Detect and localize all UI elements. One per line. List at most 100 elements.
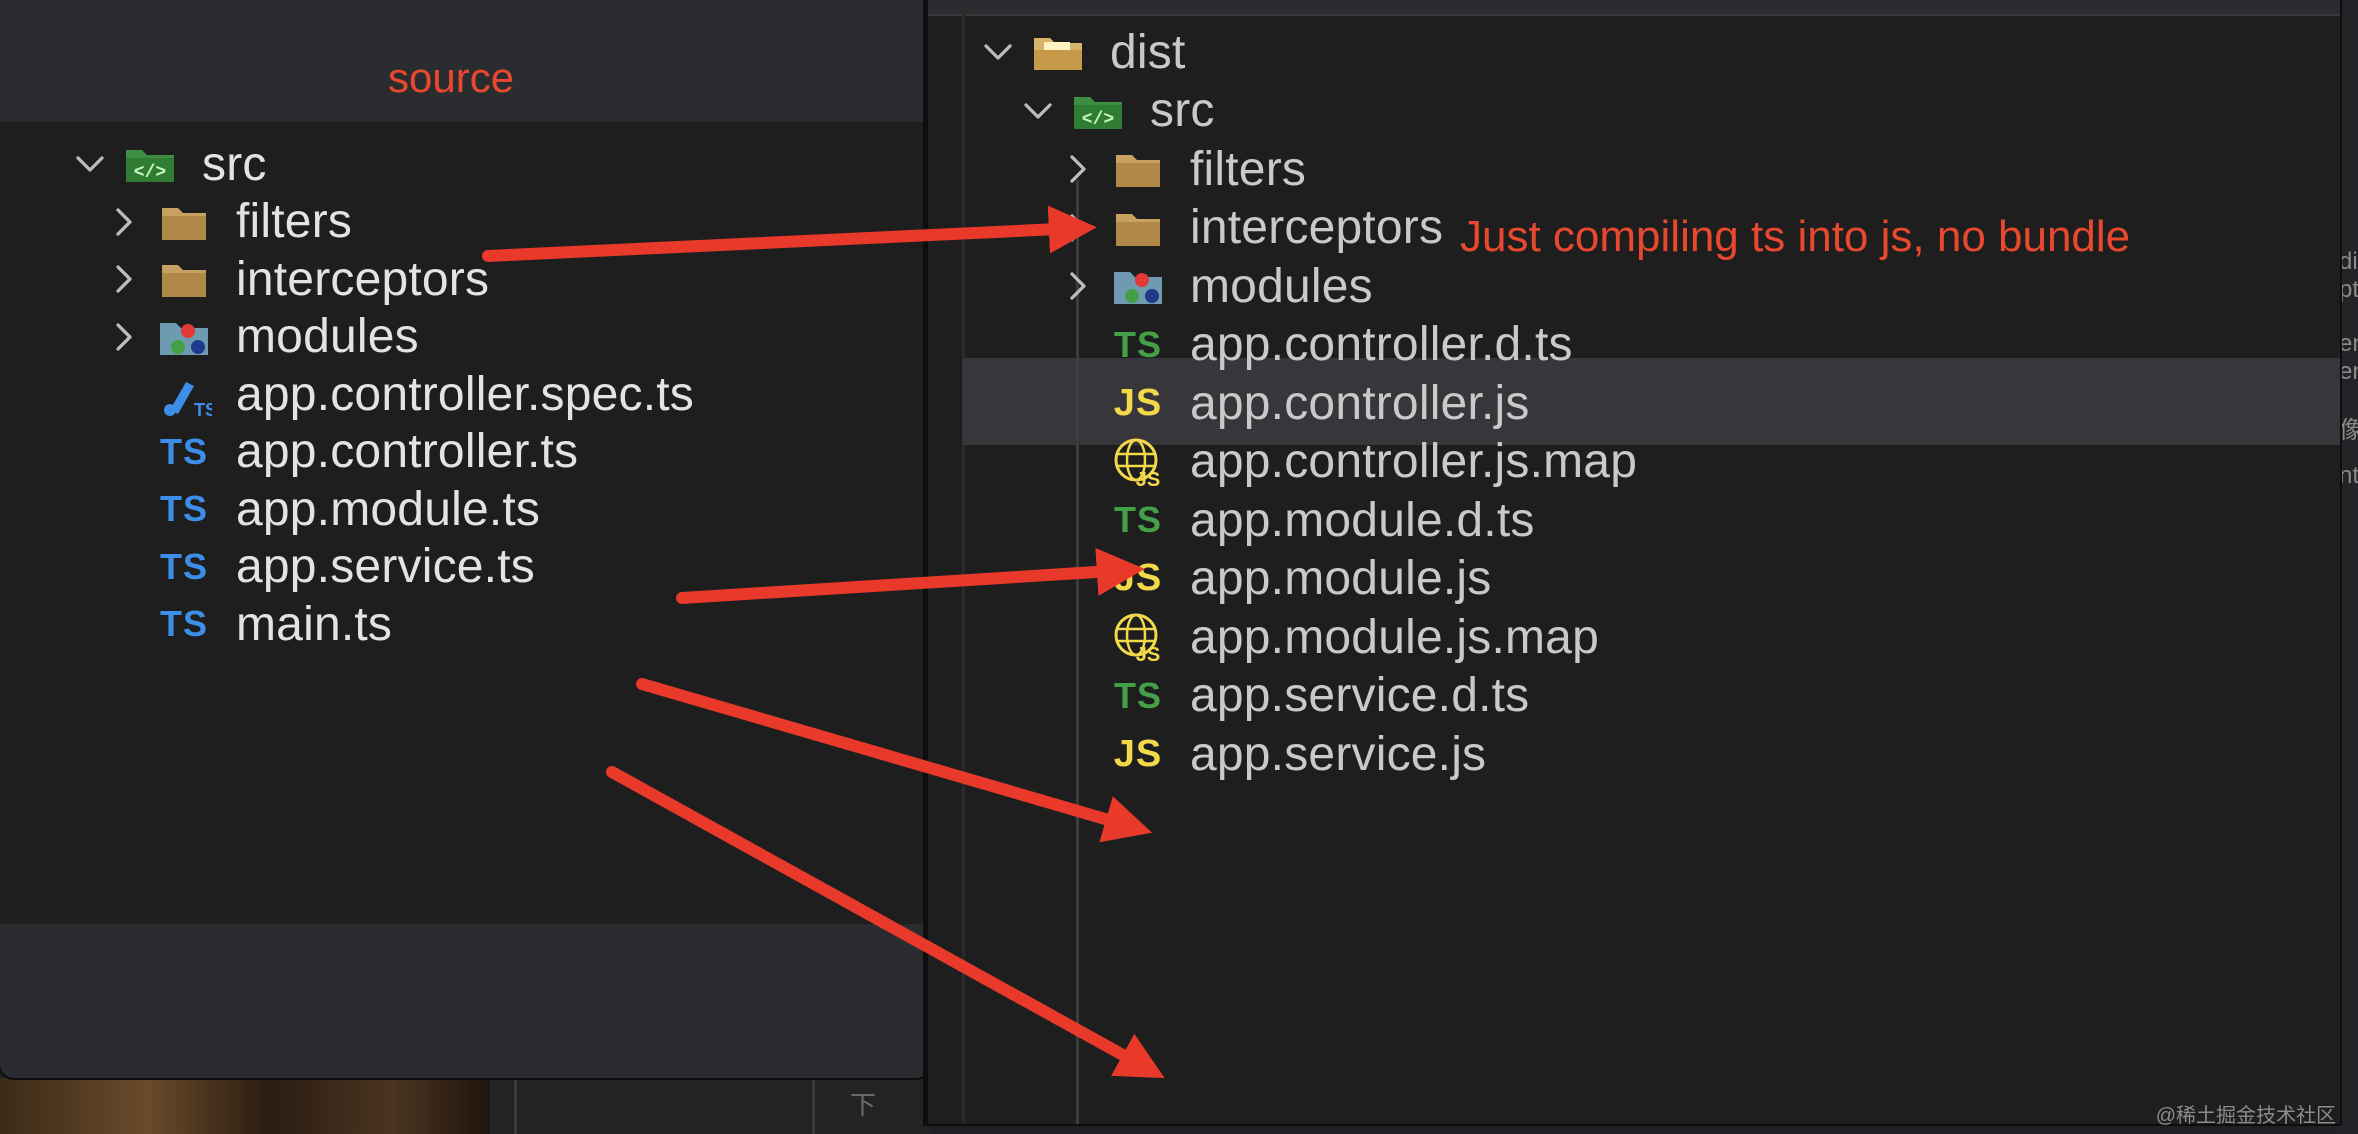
- ts-badge-text: TS: [159, 545, 208, 587]
- chevron-down-icon[interactable]: [70, 144, 110, 184]
- tree-item[interactable]: JS app.service.js: [1058, 724, 1486, 784]
- ts-badge-text: TS: [159, 603, 208, 644]
- chevron-down-icon[interactable]: [1018, 91, 1058, 131]
- tree-item-label: main.ts: [236, 597, 393, 651]
- tree-item[interactable]: filters: [1058, 139, 1306, 199]
- source-panel-footer: [0, 924, 930, 1078]
- tree-item[interactable]: TS app.controller.d.ts: [1058, 315, 1573, 375]
- tree-item[interactable]: TS app.service.ts: [104, 537, 535, 597]
- tree-item-label: app.module.js.map: [1190, 610, 1599, 664]
- svg-text:JS: JS: [1136, 644, 1160, 665]
- modules-folder-icon: [1108, 258, 1168, 314]
- tree-item-label: src: [202, 137, 267, 191]
- javascript-file-icon: JS: [1108, 375, 1168, 431]
- tree-item[interactable]: TS main.ts: [104, 594, 392, 654]
- tree-item[interactable]: TS app.controller.spec.ts: [104, 364, 694, 424]
- chevron-down-icon[interactable]: [978, 32, 1018, 72]
- tree-item[interactable]: JS app.module.js.map: [1058, 607, 1599, 667]
- typescript-file-icon: TS: [154, 596, 214, 652]
- tree-item[interactable]: </> src: [1018, 81, 1215, 141]
- svg-text:</>: </>: [134, 163, 166, 183]
- source-panel: source </> src filters interceptors modules T…: [0, 0, 930, 1078]
- folder-icon: [154, 194, 214, 250]
- tree-item[interactable]: TS app.module.ts: [104, 479, 540, 539]
- tree-item[interactable]: TS app.service.d.ts: [1058, 666, 1529, 726]
- dist-panel: dist </> src filters interceptors modules TS ap…: [925, 0, 2340, 1124]
- ts-badge-text: TS: [1113, 499, 1162, 540]
- chevron-right-icon[interactable]: [104, 202, 144, 242]
- js-badge-text: JS: [1113, 381, 1163, 424]
- tree-item-label: app.service.js: [1190, 727, 1487, 781]
- tree-item[interactable]: dist: [978, 22, 1186, 82]
- tree-item[interactable]: filters: [104, 192, 352, 252]
- divider: [514, 1078, 517, 1134]
- modules-folder-icon: [154, 309, 214, 365]
- tree-item-label: app.controller.js: [1190, 376, 1530, 430]
- source-folder-icon: </>: [1068, 83, 1128, 139]
- chevron-right-icon[interactable]: [104, 259, 144, 299]
- tree-item[interactable]: JS app.controller.js.map: [1058, 432, 1637, 492]
- tree-item-label: interceptors: [236, 252, 490, 306]
- tree-item[interactable]: modules: [104, 307, 419, 367]
- svg-text:JS: JS: [1136, 469, 1160, 490]
- background-photo: [0, 1078, 490, 1134]
- typescript-declaration-icon: TS: [1108, 492, 1168, 548]
- tree-item[interactable]: JS app.module.js: [1058, 549, 1492, 609]
- typescript-declaration-icon: TS: [1108, 668, 1168, 724]
- javascript-file-icon: JS: [1108, 726, 1168, 782]
- tree-item[interactable]: TS app.controller.ts: [104, 422, 578, 482]
- tree-item-label: app.module.ts: [236, 482, 541, 536]
- ts-badge-text: TS: [1113, 323, 1162, 365]
- tree-item-label: app.service.d.ts: [1190, 669, 1530, 722]
- tree-item-label: app.controller.ts: [236, 425, 579, 478]
- bg-fragment: 像: [2339, 417, 2358, 444]
- folder-icon: [154, 251, 214, 307]
- folder-icon: [1108, 200, 1168, 256]
- bg-fragment: en: [2339, 330, 2358, 357]
- bg-fragment: nt: [2339, 462, 2358, 489]
- chevron-right-icon[interactable]: [1058, 149, 1098, 189]
- source-map-icon: JS: [1108, 434, 1168, 490]
- javascript-file-icon: JS: [1108, 551, 1168, 607]
- dist-folder-icon: [1028, 24, 1088, 80]
- tree-item[interactable]: modules: [1058, 256, 1373, 316]
- folder-icon: [1108, 141, 1168, 197]
- source-folder-icon: </>: [120, 136, 180, 192]
- tree-item-label: app.controller.spec.ts: [236, 367, 694, 421]
- tree-item[interactable]: </> src: [70, 134, 267, 194]
- bg-fragment: dia: [2339, 248, 2358, 275]
- svg-text:</>: </>: [1082, 110, 1114, 130]
- tree-item[interactable]: interceptors: [104, 249, 489, 309]
- js-badge-text: JS: [1113, 557, 1163, 599]
- test-file-icon: TS: [154, 366, 214, 422]
- tree-item-label: dist: [1110, 25, 1186, 79]
- chevron-right-icon[interactable]: [104, 317, 144, 357]
- source-map-icon: JS: [1108, 609, 1168, 665]
- tree-item-label: app.module.d.ts: [1190, 493, 1535, 547]
- tree-item-label: filters: [236, 195, 353, 248]
- tree-item-label: interceptors: [1190, 201, 1444, 254]
- tree-item[interactable]: JS app.controller.js: [1058, 373, 1530, 433]
- tree-item-label: modules: [1190, 259, 1373, 313]
- ts-badge-text: TS: [1113, 674, 1162, 716]
- tree-item-label: app.controller.js.map: [1190, 435, 1638, 488]
- indent-guide: [962, 0, 965, 1124]
- chevron-right-icon[interactable]: [1058, 266, 1098, 306]
- tree-item[interactable]: TS app.module.d.ts: [1058, 490, 1535, 550]
- source-title-bar: source: [0, 0, 930, 122]
- annotation-text: Just compiling ts into js, no bundle: [1460, 212, 2131, 261]
- tree-item[interactable]: interceptors: [1058, 198, 1443, 258]
- tree-item-label: app.module.js: [1190, 552, 1492, 605]
- chevron-right-icon[interactable]: [1058, 208, 1098, 248]
- watermark: @稀土掘金技术社区: [2155, 1105, 2336, 1127]
- tree-item-label: modules: [236, 310, 419, 363]
